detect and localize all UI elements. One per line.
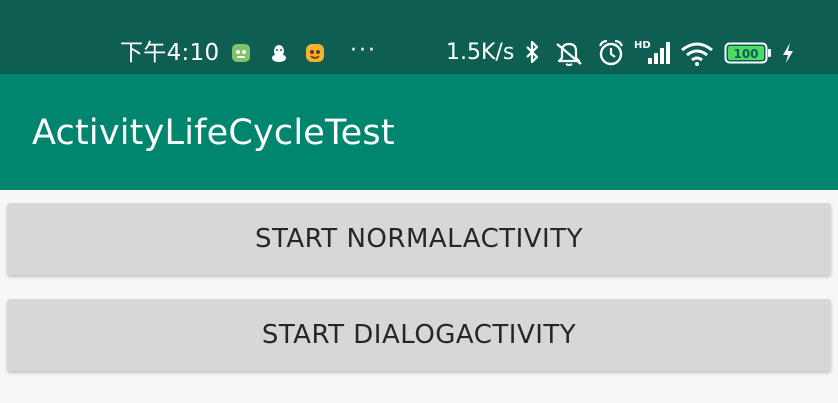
start-normal-activity-button[interactable]: START NORMALACTIVITY	[7, 203, 831, 275]
battery-icon: 100	[724, 42, 771, 64]
bluetooth-icon	[526, 40, 539, 64]
status-time: 下午4:10	[120, 40, 220, 66]
app-icon-green	[232, 44, 250, 62]
app-title: ActivityLifeCycleTest	[32, 113, 395, 153]
main-content: START NORMALACTIVITY START DIALOGACTIVIT…	[0, 190, 838, 403]
app-bar: ActivityLifeCycleTest	[0, 74, 838, 190]
qq-penguin-icon	[272, 45, 286, 62]
alarm-icon	[598, 39, 624, 66]
charging-icon	[783, 43, 793, 63]
wifi-icon	[681, 42, 713, 66]
mute-bell-icon	[556, 42, 582, 66]
more-notifications-icon: ···	[350, 38, 377, 63]
network-type: HD	[634, 40, 651, 51]
battery-level: 100	[733, 47, 758, 61]
signal-hd-icon: HD	[634, 40, 670, 64]
app-icon-yellow	[306, 44, 324, 62]
start-dialog-activity-button[interactable]: START DIALOGACTIVITY	[7, 299, 831, 371]
status-bar: 下午4:10 ··· 1.5K/s HD 100	[0, 0, 838, 74]
network-speed: 1.5K/s	[446, 40, 515, 65]
